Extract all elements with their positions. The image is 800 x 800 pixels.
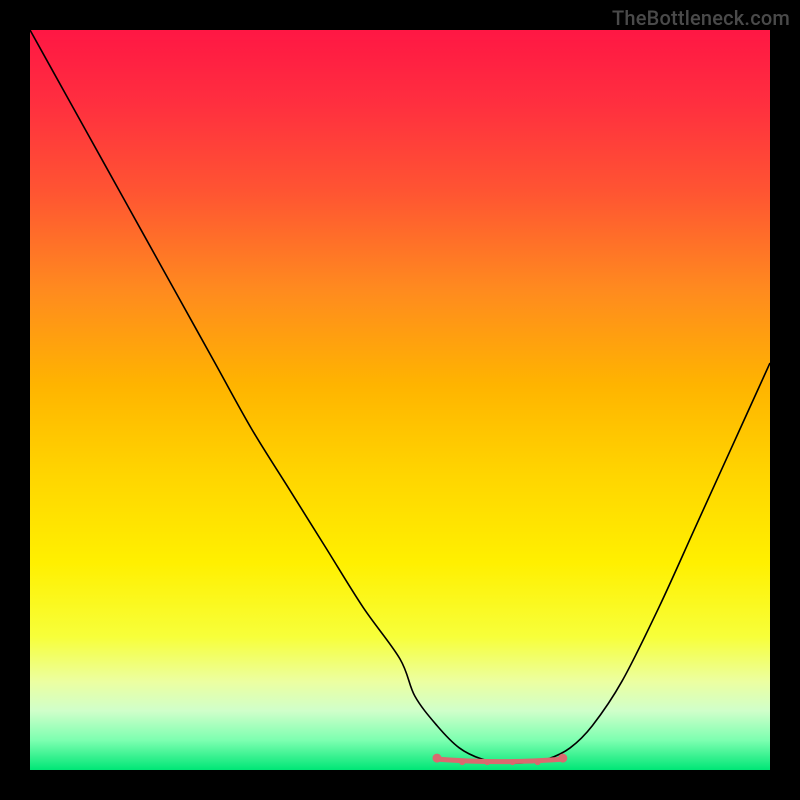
optimal-dot (558, 754, 567, 763)
optimal-dot (535, 759, 541, 765)
optimal-dot (459, 759, 465, 765)
optimal-dot (484, 759, 490, 765)
watermark-text: TheBottleneck.com (612, 6, 790, 30)
chart-container: TheBottleneck.com (0, 0, 800, 800)
plot-area (30, 30, 770, 770)
optimal-dot (510, 759, 516, 765)
chart-svg (30, 30, 770, 770)
optimal-connector (437, 759, 563, 762)
optimal-dot (433, 754, 442, 763)
